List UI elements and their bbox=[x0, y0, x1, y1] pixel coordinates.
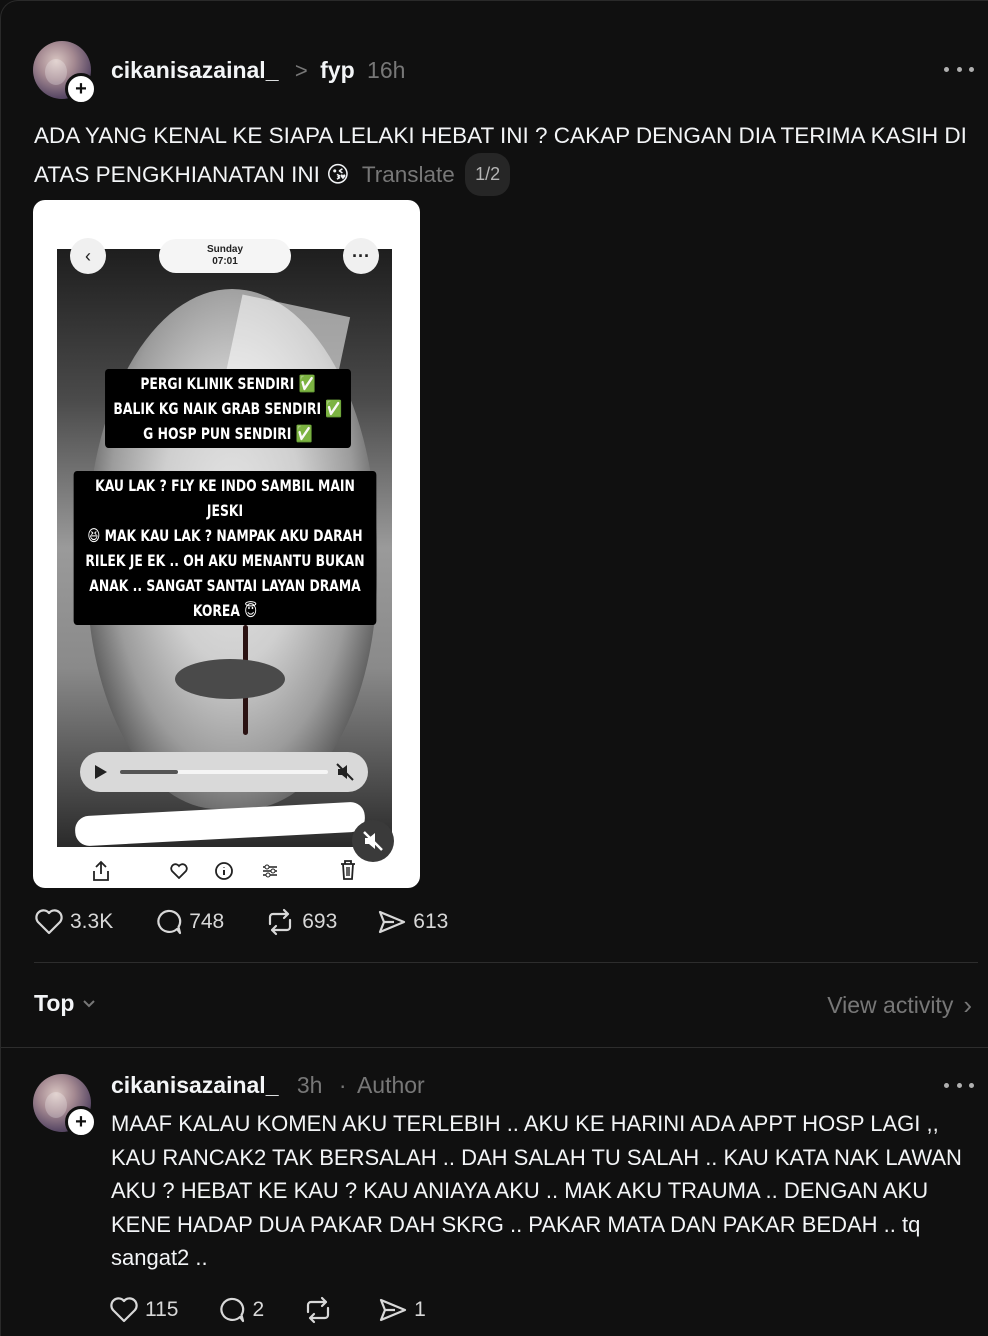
repost-icon bbox=[307, 1296, 330, 1324]
comment-reply-count: 2 bbox=[252, 1298, 265, 1321]
send-icon bbox=[380, 1298, 407, 1322]
share-count: 613 bbox=[413, 910, 449, 933]
caption-line: RILEK JE EK .. OH AKU MENANTU BUKAN bbox=[85, 551, 365, 570]
author-badge: Author bbox=[356, 1072, 425, 1098]
story-caption-2: KAU LAK ? FLY KE INDO SAMBIL MAIN JESKI … bbox=[73, 471, 377, 625]
share-out-icon bbox=[93, 860, 109, 881]
repost-count: 693 bbox=[302, 910, 338, 933]
caption-line: KAU LAK ? FLY KE INDO SAMBIL MAIN JESKI bbox=[95, 476, 355, 520]
repost-icon bbox=[269, 908, 292, 936]
app-frame: + cikanisazainal_ > fyp 16h ADA YANG KEN… bbox=[0, 0, 988, 1336]
comment-like-button[interactable]: 115 bbox=[109, 1296, 178, 1324]
send-icon bbox=[379, 910, 406, 934]
view-activity-link[interactable]: View activity › bbox=[827, 990, 972, 1021]
audio-player bbox=[80, 752, 368, 792]
caption-line: G HOSP PUN SENDIRI ✅ bbox=[143, 424, 313, 443]
follow-plus-icon[interactable]: + bbox=[65, 73, 97, 105]
comment-text: MAAF KALAU KOMEN AKU TERLEBIH .. AKU KE … bbox=[111, 1111, 962, 1270]
comment-header: cikanisazainal_ 3h · Author bbox=[111, 1072, 425, 1099]
caption-line: BALIK KG NAIK GRAB SENDIRI ✅ bbox=[113, 399, 343, 418]
story-date-pill: Sunday 07:01 bbox=[159, 239, 291, 273]
username-link[interactable]: cikanisazainal_ bbox=[111, 57, 279, 83]
view-activity-label: View activity bbox=[827, 992, 954, 1018]
story-time: 07:01 bbox=[212, 256, 238, 267]
chevron-right-icon: > bbox=[294, 58, 308, 83]
lips bbox=[175, 659, 285, 699]
comment-share-count: 1 bbox=[414, 1298, 426, 1321]
heart-icon bbox=[35, 909, 63, 935]
comment-repost-button[interactable] bbox=[302, 1296, 340, 1324]
divider bbox=[34, 962, 978, 963]
post-actions: 3.3K 748 693 613 bbox=[34, 908, 488, 936]
comment-reply-button[interactable]: 2 bbox=[216, 1296, 264, 1324]
comment-more-options-button[interactable] bbox=[944, 1081, 974, 1089]
post-header: cikanisazainal_ > fyp 16h bbox=[111, 57, 405, 84]
comment-like-count: 115 bbox=[145, 1298, 179, 1321]
comment-actions: 115 2 1 bbox=[109, 1296, 466, 1324]
caption-line: 😆 MAK KAU LAK ? NAMPAK AKU DARAH bbox=[87, 526, 363, 545]
play-icon bbox=[95, 765, 107, 779]
caption-line: PERGI KLINIK SENDIRI ✅ bbox=[140, 374, 316, 393]
story-more-icon: ··· bbox=[343, 238, 379, 274]
comment-icon bbox=[157, 909, 182, 935]
sort-dropdown[interactable]: Top bbox=[34, 990, 96, 1017]
follow-plus-icon[interactable]: + bbox=[65, 1106, 97, 1138]
comment-count: 748 bbox=[189, 910, 225, 933]
comment-avatar[interactable]: + bbox=[33, 1074, 97, 1138]
post-body: ADA YANG KENAL KE SIAPA LELAKI HEBAT INI… bbox=[34, 118, 974, 196]
like-button[interactable]: 3.3K bbox=[34, 908, 113, 936]
chevron-right-icon: › bbox=[963, 990, 972, 1020]
section-divider bbox=[1, 1047, 988, 1048]
adjust-icon bbox=[263, 864, 277, 878]
mute-toggle-icon[interactable] bbox=[352, 820, 394, 862]
thread-pager-badge: 1/2 bbox=[465, 153, 511, 196]
info-icon bbox=[215, 862, 233, 880]
story-heart-icon bbox=[170, 863, 188, 879]
avatar[interactable]: + bbox=[33, 41, 97, 105]
like-count: 3.3K bbox=[70, 910, 114, 933]
share-button[interactable]: 613 bbox=[377, 908, 448, 936]
separator-dot: · bbox=[338, 1072, 347, 1098]
caption-line: ANAK .. SANGAT SANTAI LAYAN DRAMA bbox=[89, 576, 361, 595]
repost-button[interactable]: 693 bbox=[264, 908, 337, 936]
comment-icon bbox=[220, 1297, 245, 1323]
speaker-mute-icon bbox=[336, 763, 354, 781]
trash-icon bbox=[341, 860, 355, 880]
sort-label: Top bbox=[34, 990, 75, 1016]
post-time: 16h bbox=[367, 57, 406, 83]
comment-share-button[interactable]: 1 bbox=[378, 1296, 426, 1324]
comment-time: 3h bbox=[296, 1072, 323, 1098]
back-icon: ‹ bbox=[70, 238, 106, 274]
caption-line: KOREA 😇 bbox=[192, 601, 258, 620]
comment-button[interactable]: 748 bbox=[153, 908, 224, 936]
story-day: Sunday bbox=[206, 244, 244, 255]
comment-username-link[interactable]: cikanisazainal_ bbox=[111, 1072, 279, 1098]
more-options-button[interactable] bbox=[944, 65, 974, 73]
heart-icon bbox=[110, 1297, 138, 1323]
topic-link[interactable]: fyp bbox=[320, 57, 355, 83]
post-media-image[interactable]: PERGI KLINIK SENDIRI ✅ BALIK KG NAIK GRA… bbox=[33, 200, 420, 888]
translate-link[interactable]: Translate bbox=[362, 162, 455, 187]
chevron-down-icon bbox=[83, 999, 96, 1007]
story-caption-1: PERGI KLINIK SENDIRI ✅ BALIK KG NAIK GRA… bbox=[105, 369, 351, 448]
